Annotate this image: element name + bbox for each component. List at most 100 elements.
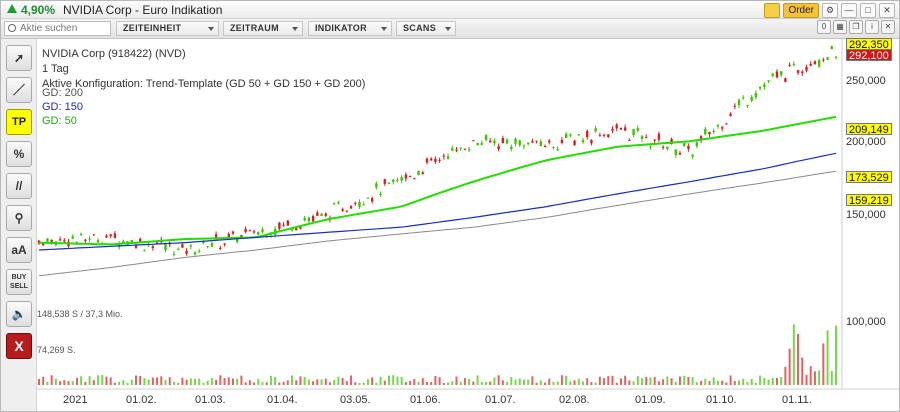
settings-icon[interactable]: ⚙ — [822, 2, 838, 18]
candle-up — [564, 133, 568, 138]
grid-icon[interactable]: ▦ — [833, 20, 847, 34]
volume-bar — [632, 381, 635, 385]
candle-down — [678, 153, 682, 155]
candle-down — [434, 158, 437, 162]
parallel-lines-tool-button[interactable]: // — [6, 173, 32, 199]
bell-icon[interactable] — [764, 2, 781, 18]
volume-bar — [716, 380, 719, 385]
counter-badge[interactable]: 0 — [817, 20, 831, 34]
candle-up — [817, 60, 821, 67]
menu-scans[interactable]: SCANS — [396, 21, 456, 36]
close-icon[interactable]: ✕ — [879, 2, 895, 18]
menu-zeitraum[interactable]: ZEITRAUM — [223, 21, 303, 36]
volume-bar — [274, 376, 277, 385]
candle-down — [657, 133, 661, 140]
order-button[interactable]: Order — [783, 2, 819, 18]
volume-bar — [430, 382, 433, 385]
volume-bar — [447, 382, 450, 385]
x-tick-label: 01.07. — [485, 394, 516, 406]
volume-bar — [172, 381, 175, 385]
menu-zeiteinheit[interactable]: ZEITEINHEIT — [116, 21, 219, 36]
candle-down — [543, 146, 547, 148]
candle-up — [758, 86, 762, 89]
candle-up — [716, 124, 720, 127]
candle-down — [619, 127, 623, 130]
candle-up — [737, 99, 741, 106]
candle-down — [92, 234, 96, 236]
candle-down — [733, 105, 736, 107]
volume-bar — [556, 381, 559, 385]
zoom-icon[interactable]: ⚲ — [6, 205, 32, 231]
ma150-line — [38, 152, 837, 251]
volume-bar — [792, 324, 795, 385]
close-panel-icon[interactable]: ✕ — [881, 20, 895, 34]
x-tick-label: 2021 — [63, 394, 88, 406]
text-size-button[interactable]: aA — [6, 237, 32, 263]
price-tag-last: 292,100 — [846, 49, 892, 62]
candle-down — [223, 243, 226, 245]
maximize-icon[interactable]: □ — [860, 2, 876, 18]
volume-bar — [721, 380, 724, 385]
candle-up — [176, 248, 180, 250]
percent-tool-button[interactable]: % — [6, 141, 32, 167]
candle-up — [792, 64, 796, 66]
candle-up — [206, 246, 209, 248]
candle-up — [594, 128, 597, 132]
chart-area[interactable]: NVIDIA Corp (918422) (NVD) 1 Tag Aktive … — [37, 38, 899, 411]
candle-up — [358, 201, 361, 208]
volume-label: 148,538 S / 37,3 Mio. — [37, 309, 123, 319]
buy-sell-button[interactable]: BUY SELL — [6, 269, 32, 295]
volume-bar — [628, 380, 631, 385]
volume-bar — [544, 382, 547, 385]
volume-bar — [261, 382, 264, 385]
candle-down — [653, 139, 656, 141]
x-tick-label: 01.11. — [782, 394, 812, 406]
volume-bar — [409, 380, 412, 385]
candle-up — [362, 204, 365, 206]
volume-bar — [396, 376, 399, 385]
candle-down — [775, 71, 779, 78]
candle-down — [590, 139, 593, 144]
volume-bar — [324, 378, 327, 385]
volume-bar — [425, 381, 428, 385]
candle-down — [295, 228, 298, 231]
x-tick-label: 01.02. — [126, 394, 157, 406]
search-input[interactable] — [20, 22, 108, 35]
volume-bar — [75, 377, 78, 385]
minimize-icon[interactable]: — — [841, 2, 857, 18]
candle-down — [63, 240, 66, 242]
volume-bar — [358, 382, 361, 385]
chevron-down-icon — [445, 27, 451, 31]
volume-bar — [506, 381, 509, 385]
volume-bar — [687, 376, 690, 385]
volume-bar — [113, 382, 116, 385]
candle-down — [788, 64, 791, 66]
volume-bar — [194, 378, 197, 385]
speaker-icon[interactable]: 🔈 — [6, 301, 32, 327]
volume-bar — [649, 377, 652, 385]
chart-window: 4,90% NVIDIA Corp - Euro Indikation Orde… — [0, 0, 900, 412]
volume-bar — [670, 378, 673, 385]
candle-up — [459, 147, 462, 149]
titlebar-controls: Order ⚙ — □ ✕ — [764, 2, 895, 18]
pointer-tool-icon[interactable]: ➚ — [6, 45, 32, 71]
tp-tool-button[interactable]: TP — [6, 109, 32, 135]
volume-bar — [531, 376, 534, 385]
search-box[interactable] — [4, 21, 111, 36]
close-x-button[interactable]: X — [6, 333, 32, 359]
toolbar: ZEITEINHEIT ZEITRAUM INDIKATOR SCANS 0 ▦… — [1, 19, 899, 39]
candle-up — [522, 145, 526, 147]
info-icon[interactable]: i — [865, 20, 879, 34]
menu-indikator[interactable]: INDIKATOR — [308, 21, 392, 36]
chart-config: Aktive Konfiguration: Trend-Template (GD… — [42, 78, 366, 90]
volume-bar — [320, 379, 323, 385]
trendline-tool-icon[interactable]: ／ — [6, 77, 32, 103]
volume-bar — [198, 378, 201, 385]
candle-up — [493, 140, 496, 144]
copy-icon[interactable]: ❐ — [849, 20, 863, 34]
candle-up — [303, 217, 306, 221]
volume-bar — [775, 377, 778, 385]
chart-timeframe: 1 Tag — [42, 63, 69, 75]
volume-bar — [801, 357, 804, 385]
candle-down — [535, 140, 538, 142]
